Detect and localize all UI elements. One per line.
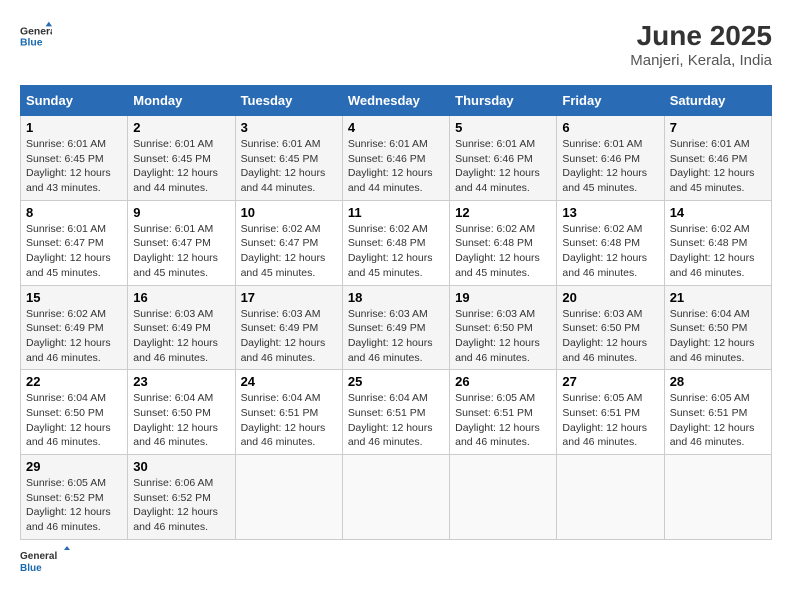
day-cell: 19 Sunrise: 6:03 AMSunset: 6:50 PMDaylig…: [450, 285, 557, 370]
day-cell: 12 Sunrise: 6:02 AMSunset: 6:48 PMDaylig…: [450, 200, 557, 285]
day-cell: 6 Sunrise: 6:01 AMSunset: 6:46 PMDayligh…: [557, 116, 664, 201]
day-cell: 3 Sunrise: 6:01 AMSunset: 6:45 PMDayligh…: [235, 116, 342, 201]
table-row: 15 Sunrise: 6:02 AMSunset: 6:49 PMDaylig…: [21, 285, 772, 370]
table-row: 29 Sunrise: 6:05 AMSunset: 6:52 PMDaylig…: [21, 455, 772, 540]
table-row: 1 Sunrise: 6:01 AMSunset: 6:45 PMDayligh…: [21, 116, 772, 201]
day-cell-empty: [664, 455, 771, 540]
col-tuesday: Tuesday: [235, 86, 342, 116]
day-cell: 18 Sunrise: 6:03 AMSunset: 6:49 PMDaylig…: [342, 285, 449, 370]
day-cell-empty: [235, 455, 342, 540]
day-cell: 14 Sunrise: 6:02 AMSunset: 6:48 PMDaylig…: [664, 200, 771, 285]
page-header: General Blue June 2025 Manjeri, Kerala, …: [20, 20, 772, 69]
day-cell: 24 Sunrise: 6:04 AMSunset: 6:51 PMDaylig…: [235, 370, 342, 455]
day-cell: 8 Sunrise: 6:01 AMSunset: 6:47 PMDayligh…: [21, 200, 128, 285]
day-cell: 15 Sunrise: 6:02 AMSunset: 6:49 PMDaylig…: [21, 285, 128, 370]
calendar-header-row: Sunday Monday Tuesday Wednesday Thursday…: [21, 86, 772, 116]
day-cell: 17 Sunrise: 6:03 AMSunset: 6:49 PMDaylig…: [235, 285, 342, 370]
day-cell-empty: [450, 455, 557, 540]
page-title: June 2025: [630, 20, 772, 52]
calendar-table: Sunday Monday Tuesday Wednesday Thursday…: [20, 85, 772, 540]
day-cell: 9 Sunrise: 6:01 AMSunset: 6:47 PMDayligh…: [128, 200, 235, 285]
col-saturday: Saturday: [664, 86, 771, 116]
day-cell: 2 Sunrise: 6:01 AMSunset: 6:45 PMDayligh…: [128, 116, 235, 201]
day-cell: 13 Sunrise: 6:02 AMSunset: 6:48 PMDaylig…: [557, 200, 664, 285]
day-cell: 26 Sunrise: 6:05 AMSunset: 6:51 PMDaylig…: [450, 370, 557, 455]
svg-text:Blue: Blue: [20, 563, 42, 574]
day-cell: 21 Sunrise: 6:04 AMSunset: 6:50 PMDaylig…: [664, 285, 771, 370]
day-cell: 27 Sunrise: 6:05 AMSunset: 6:51 PMDaylig…: [557, 370, 664, 455]
svg-text:Blue: Blue: [20, 38, 43, 49]
day-cell: 5 Sunrise: 6:01 AMSunset: 6:46 PMDayligh…: [450, 116, 557, 201]
col-sunday: Sunday: [21, 86, 128, 116]
day-cell: 23 Sunrise: 6:04 AMSunset: 6:50 PMDaylig…: [128, 370, 235, 455]
day-cell-empty: [557, 455, 664, 540]
day-cell: 28 Sunrise: 6:05 AMSunset: 6:51 PMDaylig…: [664, 370, 771, 455]
day-cell: 30 Sunrise: 6:06 AMSunset: 6:52 PMDaylig…: [128, 455, 235, 540]
svg-text:General: General: [20, 551, 57, 562]
svg-text:General: General: [20, 26, 52, 37]
logo: General Blue: [20, 20, 52, 52]
day-cell: 22 Sunrise: 6:04 AMSunset: 6:50 PMDaylig…: [21, 370, 128, 455]
logo-icon: General Blue: [20, 20, 52, 52]
day-cell: 25 Sunrise: 6:04 AMSunset: 6:51 PMDaylig…: [342, 370, 449, 455]
table-row: 22 Sunrise: 6:04 AMSunset: 6:50 PMDaylig…: [21, 370, 772, 455]
table-row: 8 Sunrise: 6:01 AMSunset: 6:47 PMDayligh…: [21, 200, 772, 285]
day-cell: 10 Sunrise: 6:02 AMSunset: 6:47 PMDaylig…: [235, 200, 342, 285]
day-cell: 11 Sunrise: 6:02 AMSunset: 6:48 PMDaylig…: [342, 200, 449, 285]
logo-footer: General Blue: [20, 546, 70, 576]
col-wednesday: Wednesday: [342, 86, 449, 116]
day-cell: 29 Sunrise: 6:05 AMSunset: 6:52 PMDaylig…: [21, 455, 128, 540]
day-cell: 16 Sunrise: 6:03 AMSunset: 6:49 PMDaylig…: [128, 285, 235, 370]
col-friday: Friday: [557, 86, 664, 116]
day-cell: 7 Sunrise: 6:01 AMSunset: 6:46 PMDayligh…: [664, 116, 771, 201]
day-cell: 1 Sunrise: 6:01 AMSunset: 6:45 PMDayligh…: [21, 116, 128, 201]
day-cell: 4 Sunrise: 6:01 AMSunset: 6:46 PMDayligh…: [342, 116, 449, 201]
day-cell-empty: [342, 455, 449, 540]
title-block: June 2025 Manjeri, Kerala, India: [630, 20, 772, 69]
col-thursday: Thursday: [450, 86, 557, 116]
page-subtitle: Manjeri, Kerala, India: [630, 52, 772, 69]
col-monday: Monday: [128, 86, 235, 116]
day-cell: 20 Sunrise: 6:03 AMSunset: 6:50 PMDaylig…: [557, 285, 664, 370]
